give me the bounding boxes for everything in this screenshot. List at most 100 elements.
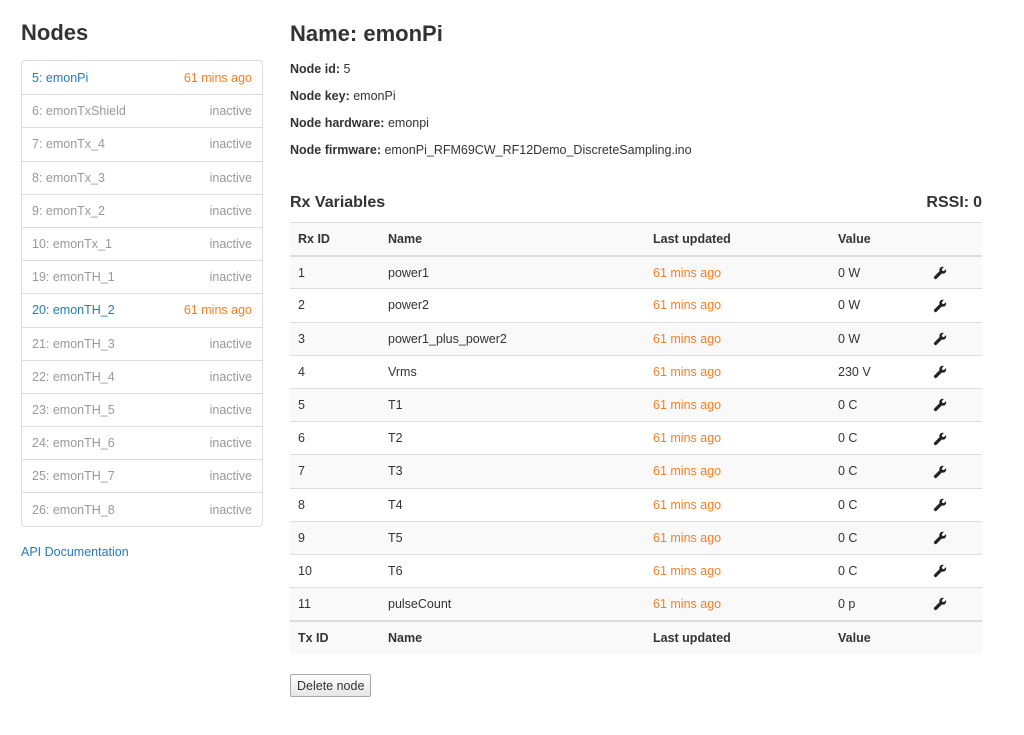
rx-variables-table: Rx ID Name Last updated Value 1 power1 61 … [290,221,982,654]
tx-id-header: Tx ID [290,619,380,654]
rx-actions-cell [925,421,982,455]
node-list-item-label: 22: emonTH_4 [32,369,115,384]
rx-table-row: 9 T5 61 mins ago 0 C [290,520,982,555]
node-list-item-status: inactive [209,203,252,218]
node-list-item-label: 6: emonTxShield [32,104,126,119]
node-list-item[interactable]: 21: emonTH_3 inactive [22,326,262,360]
rx-actions-cell [925,553,982,588]
node-firmware-line: Node firmware: emonPi_RFM69CW_RF12Demo_D… [290,143,692,157]
wrench-icon[interactable] [933,332,947,346]
node-list-item-status: inactive [209,502,252,517]
delete-node-button[interactable]: Delete node [290,674,372,697]
node-list-item-status: inactive [209,137,252,152]
node-list-item-status: inactive [209,170,252,185]
rx-actions-cell [925,288,982,323]
rx-actions-cell [925,587,982,621]
wrench-icon[interactable] [933,465,947,479]
rx-table-row: 11 pulseCount 61 mins ago 0 p [290,587,982,621]
rx-actions-cell [925,487,982,522]
rx-table-row: 7 T3 61 mins ago 0 C [290,454,982,488]
wrench-icon[interactable] [933,498,947,512]
rx-updated-cell: 61 mins ago [645,421,830,455]
rx-value-cell: 0 C [830,487,925,522]
rx-value-cell: 230 V [830,354,925,389]
rx-table-row: 2 power2 61 mins ago 0 W [290,288,982,323]
rx-table-row: 10 T6 61 mins ago 0 C [290,553,982,588]
node-list-item-label: 23: emonTH_5 [32,402,115,417]
node-list-item[interactable]: 23: emonTH_5 inactive [22,392,262,426]
rx-actions-cell [925,454,982,488]
node-list-item-status: 61 mins ago [183,303,252,318]
rx-updated-cell: 61 mins ago [645,288,830,323]
node-firmware-label: Node firmware: [290,143,381,157]
tx-updated-header: Last updated [645,619,830,654]
node-list-item-label: 7: emonTx_4 [32,137,105,152]
rx-id-cell: 1 [290,255,380,289]
wrench-icon[interactable] [933,299,947,313]
wrench-icon[interactable] [933,398,947,412]
rx-updated-cell: 61 mins ago [645,255,830,289]
node-list-item-status: inactive [209,270,252,285]
wrench-icon[interactable] [933,564,947,578]
rx-table-body: 1 power1 61 mins ago 0 W 2 power2 61 mins ago 0… [290,255,982,621]
node-list-item-label: 26: emonTH_8 [32,502,115,517]
node-list: 5: emonPi 61 mins ago 6: emonTxShield inact… [21,60,263,527]
rx-name-cell: T1 [380,387,645,422]
node-list-item-label: 19: emonTH_1 [32,270,115,285]
rx-value-cell: 0 p [830,587,925,621]
node-list-item[interactable]: 22: emonTH_4 inactive [22,359,262,393]
node-list-item[interactable]: 25: emonTH_7 inactive [22,459,262,492]
rx-id-cell: 2 [290,288,380,323]
rx-value-cell: 0 W [830,255,925,289]
rx-value-cell: 0 W [830,321,925,356]
node-list-item[interactable]: 6: emonTxShield inactive [22,94,262,127]
node-list-item[interactable]: 19: emonTH_1 inactive [22,260,262,293]
node-list-item[interactable]: 5: emonPi 61 mins ago [22,61,262,94]
rx-table-row: 8 T4 61 mins ago 0 C [290,487,982,522]
rx-actions-cell [925,321,982,356]
wrench-icon[interactable] [933,597,947,611]
node-id-line: Node id: 5 [290,62,350,76]
wrench-icon[interactable] [933,432,947,446]
node-hardware-value: emonpi [387,116,429,130]
rx-id-header: Rx ID [290,221,380,257]
rx-updated-cell: 61 mins ago [645,520,830,555]
node-list-item-label: 5: emonPi [32,70,89,85]
node-list-item[interactable]: 10: emonTx_1 inactive [22,226,262,260]
node-list-item[interactable]: 20: emonTH_2 61 mins ago [22,293,262,326]
rx-value-cell: 0 C [830,520,925,555]
rx-value-cell: 0 C [830,387,925,422]
rssi-label: RSSI: [926,194,970,211]
rx-value-cell: 0 W [830,288,925,323]
wrench-icon[interactable] [933,531,947,545]
rx-value-cell: 0 C [830,454,925,488]
node-id-label: Node id: [290,62,340,76]
rx-updated-cell: 61 mins ago [645,387,830,422]
node-list-item[interactable]: 8: emonTx_3 inactive [22,160,262,194]
node-list-item-label: 10: emonTx_1 [32,237,112,252]
node-list-item-label: 21: emonTH_3 [32,336,115,351]
rx-id-cell: 6 [290,421,380,455]
node-list-item[interactable]: 24: emonTH_6 inactive [22,426,262,459]
api-documentation-link[interactable]: API Documentation [21,545,129,559]
wrench-icon[interactable] [933,266,947,280]
wrench-icon[interactable] [933,365,947,379]
rx-actions-cell [925,255,982,289]
rx-actions-cell [925,520,982,555]
node-list-item[interactable]: 9: emonTx_2 inactive [22,193,262,227]
node-list-item-label: 25: emonTH_7 [32,469,115,484]
rx-id-cell: 5 [290,387,380,422]
page-title: Name: emonPi [290,21,443,46]
node-list-item[interactable]: 26: emonTH_8 inactive [22,492,262,525]
node-list-item[interactable]: 7: emonTx_4 inactive [22,127,262,160]
rx-name-cell: T6 [380,553,645,588]
rx-name-cell: Vrms [380,354,645,389]
node-list-item-status: inactive [209,237,252,252]
node-list-item-label: 20: emonTH_2 [32,303,115,318]
node-key-label: Node key: [290,89,350,103]
rx-value-cell: 0 C [830,421,925,455]
node-list-item-status: inactive [209,369,252,384]
rssi-indicator: RSSI: 0 [926,194,982,212]
node-list-item-status: inactive [209,469,252,484]
node-list-item-label: 24: emonTH_6 [32,436,115,451]
